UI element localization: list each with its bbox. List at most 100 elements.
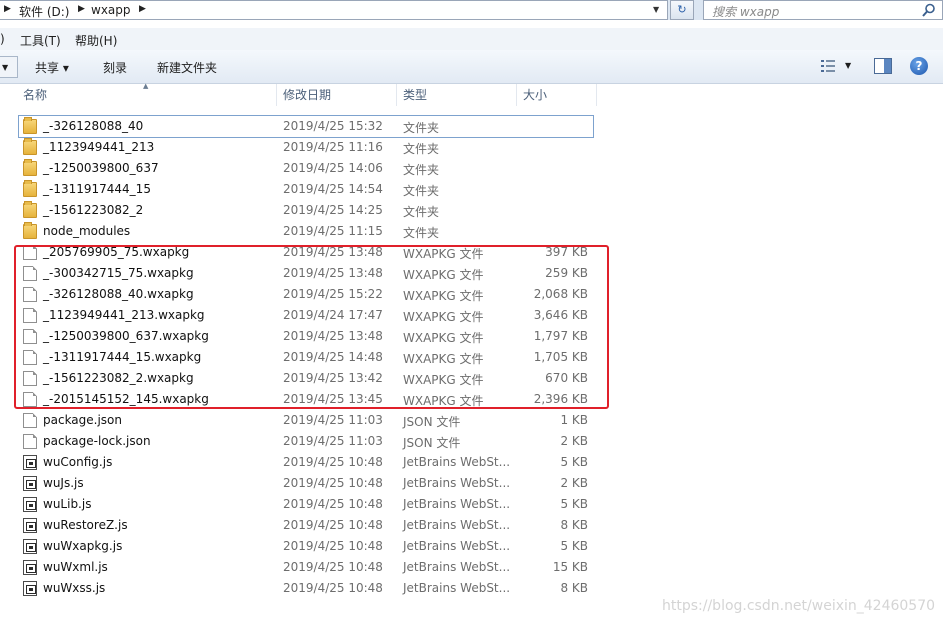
file-name: _-1311917444_15: [43, 182, 151, 196]
file-modified-date: 2019/4/25 11:03: [283, 434, 383, 448]
column-divider[interactable]: [516, 84, 517, 106]
file-row[interactable]: wuWxss.js 2019/4/25 10:48 JetBrains WebSt.…: [0, 578, 943, 599]
file-type: JetBrains WebSt...: [403, 476, 511, 490]
file-modified-date: 2019/4/25 10:48: [283, 581, 383, 595]
preview-pane-icon[interactable]: [874, 58, 892, 74]
file-modified-date: 2019/4/25 10:48: [283, 539, 383, 553]
view-options-icon[interactable]: [820, 58, 838, 74]
file-name: wuJs.js: [43, 476, 84, 490]
address-dropdown-icon[interactable]: ▼: [653, 5, 659, 14]
file-modified-date: 2019/4/25 11:15: [283, 224, 383, 238]
file-name: node_modules: [43, 224, 131, 238]
file-name: wuWxapkg.js: [43, 539, 123, 553]
column-divider[interactable]: [276, 84, 277, 106]
file-row[interactable]: wuWxml.js 2019/4/25 10:48 JetBrains WebSt.…: [0, 557, 943, 578]
file-size: 2 KB: [560, 434, 588, 448]
burn-button[interactable]: 刻录: [103, 59, 127, 76]
file-type: JetBrains WebSt...: [403, 581, 511, 595]
share-button[interactable]: 共享 ▾: [35, 59, 69, 76]
file-size: 8 KB: [560, 581, 588, 595]
menu-item-tools[interactable]: 工具(T): [20, 32, 61, 49]
command-toolbar: ▼ 共享 ▾ 刻录 新建文件夹 ▼ ?: [0, 50, 943, 84]
address-row: ▶ 软件 (D:) ▶ wxapp ▶ ▼ ↻ 搜索 wxapp: [0, 0, 943, 20]
file-name: wuConfig.js: [43, 455, 113, 469]
breadcrumb-separator-icon[interactable]: ▶: [78, 4, 85, 14]
file-row[interactable]: wuJs.js 2019/4/25 10:48 JetBrains WebSt...…: [0, 473, 943, 494]
search-icon[interactable]: [922, 3, 936, 17]
address-bar[interactable]: ▶ 软件 (D:) ▶ wxapp ▶ ▼: [0, 0, 668, 20]
file-name: _1123949441_213: [43, 140, 155, 154]
column-header-size[interactable]: 大小: [523, 86, 547, 106]
breadcrumb-separator-icon[interactable]: ▶: [139, 4, 146, 14]
js-file-icon: [23, 581, 37, 596]
file-row[interactable]: node_modules 2019/4/25 11:15 文件夹: [0, 221, 943, 242]
refresh-icon: ↻: [677, 3, 687, 16]
js-file-icon: [23, 476, 37, 491]
file-modified-date: 2019/4/25 10:48: [283, 560, 383, 574]
file-name: package.json: [43, 413, 123, 427]
file-name: package-lock.json: [43, 434, 151, 448]
column-header-name[interactable]: 名称: [23, 86, 47, 106]
file-type: 文件夹: [403, 226, 440, 240]
column-divider[interactable]: [396, 84, 397, 106]
search-input[interactable]: 搜索 wxapp: [712, 3, 779, 20]
file-icon: [23, 413, 37, 428]
folder-icon: [23, 159, 37, 176]
column-header-type[interactable]: 类型: [403, 86, 427, 106]
search-box[interactable]: 搜索 wxapp: [703, 0, 943, 20]
file-row[interactable]: _-1561223082_2 2019/4/25 14:25 文件夹: [0, 200, 943, 221]
file-row[interactable]: _-326128088_40 2019/4/25 15:32 文件夹: [18, 115, 594, 138]
menu-item-partial[interactable]: ): [0, 32, 5, 46]
refresh-button[interactable]: ↻: [670, 0, 694, 20]
file-name: wuLib.js: [43, 497, 92, 511]
file-size: 15 KB: [552, 560, 588, 574]
column-header-date[interactable]: 修改日期: [283, 86, 331, 106]
file-type: 文件夹: [403, 142, 440, 156]
file-modified-date: 2019/4/25 14:54: [283, 182, 383, 196]
file-size: 8 KB: [560, 518, 588, 532]
file-size: 1 KB: [560, 413, 588, 427]
file-modified-date: 2019/4/25 15:32: [283, 119, 383, 133]
file-row[interactable]: wuWxapkg.js 2019/4/25 10:48 JetBrains WebS…: [0, 536, 943, 557]
file-modified-date: 2019/4/25 10:48: [283, 455, 383, 469]
file-modified-date: 2019/4/25 10:48: [283, 497, 383, 511]
file-modified-date: 2019/4/25 11:03: [283, 413, 383, 427]
file-type: 文件夹: [403, 184, 440, 198]
js-file-icon: [23, 497, 37, 512]
folder-icon: [23, 180, 37, 197]
js-file-icon: [23, 455, 37, 470]
file-modified-date: 2019/4/25 10:48: [283, 476, 383, 490]
file-type: 文件夹: [403, 121, 440, 135]
organize-button-edge[interactable]: ▼: [0, 56, 18, 78]
file-row[interactable]: package.json 2019/4/25 11:03 JSON 文件 1 KB: [0, 410, 943, 431]
help-icon[interactable]: ?: [910, 57, 928, 75]
menu-item-help[interactable]: 帮助(H): [75, 32, 117, 49]
file-row[interactable]: package-lock.json 2019/4/25 11:03 JSON 文件 2…: [0, 431, 943, 452]
file-icon: [23, 434, 37, 449]
watermark: https://blog.csdn.net/weixin_42460570: [662, 598, 936, 614]
breadcrumb-arrow-icon[interactable]: ▶: [4, 4, 11, 14]
file-modified-date: 2019/4/25 14:06: [283, 161, 383, 175]
file-size: 2 KB: [560, 476, 588, 490]
file-row[interactable]: wuLib.js 2019/4/25 10:48 JetBrains WebSt..…: [0, 494, 943, 515]
column-divider[interactable]: [596, 84, 597, 106]
breadcrumb-drive[interactable]: 软件 (D:): [19, 3, 69, 20]
folder-icon: [23, 222, 37, 239]
file-name: wuRestoreZ.js: [43, 518, 128, 532]
file-row[interactable]: _-1311917444_15 2019/4/25 14:54 文件夹: [0, 179, 943, 200]
file-row[interactable]: _-1250039800_637 2019/4/25 14:06 文件夹: [0, 158, 943, 179]
new-folder-button[interactable]: 新建文件夹: [157, 59, 217, 76]
chevron-down-icon: ▼: [2, 63, 9, 72]
file-type: JetBrains WebSt...: [403, 455, 511, 469]
view-dropdown-icon[interactable]: ▼: [845, 61, 851, 70]
sort-ascending-icon: ▲: [143, 82, 149, 90]
file-type: 文件夹: [403, 205, 440, 219]
file-row[interactable]: wuConfig.js 2019/4/25 10:48 JetBrains WebS…: [0, 452, 943, 473]
file-row[interactable]: wuRestoreZ.js 2019/4/25 10:48 JetBrains We…: [0, 515, 943, 536]
file-size: 5 KB: [560, 497, 588, 511]
menu-bar: ) 工具(T) 帮助(H): [0, 28, 943, 50]
breadcrumb-folder[interactable]: wxapp: [91, 3, 131, 17]
file-name: wuWxss.js: [43, 581, 106, 595]
file-row[interactable]: _1123949441_213 2019/4/25 11:16 文件夹: [0, 137, 943, 158]
file-name: _-1561223082_2: [43, 203, 144, 217]
